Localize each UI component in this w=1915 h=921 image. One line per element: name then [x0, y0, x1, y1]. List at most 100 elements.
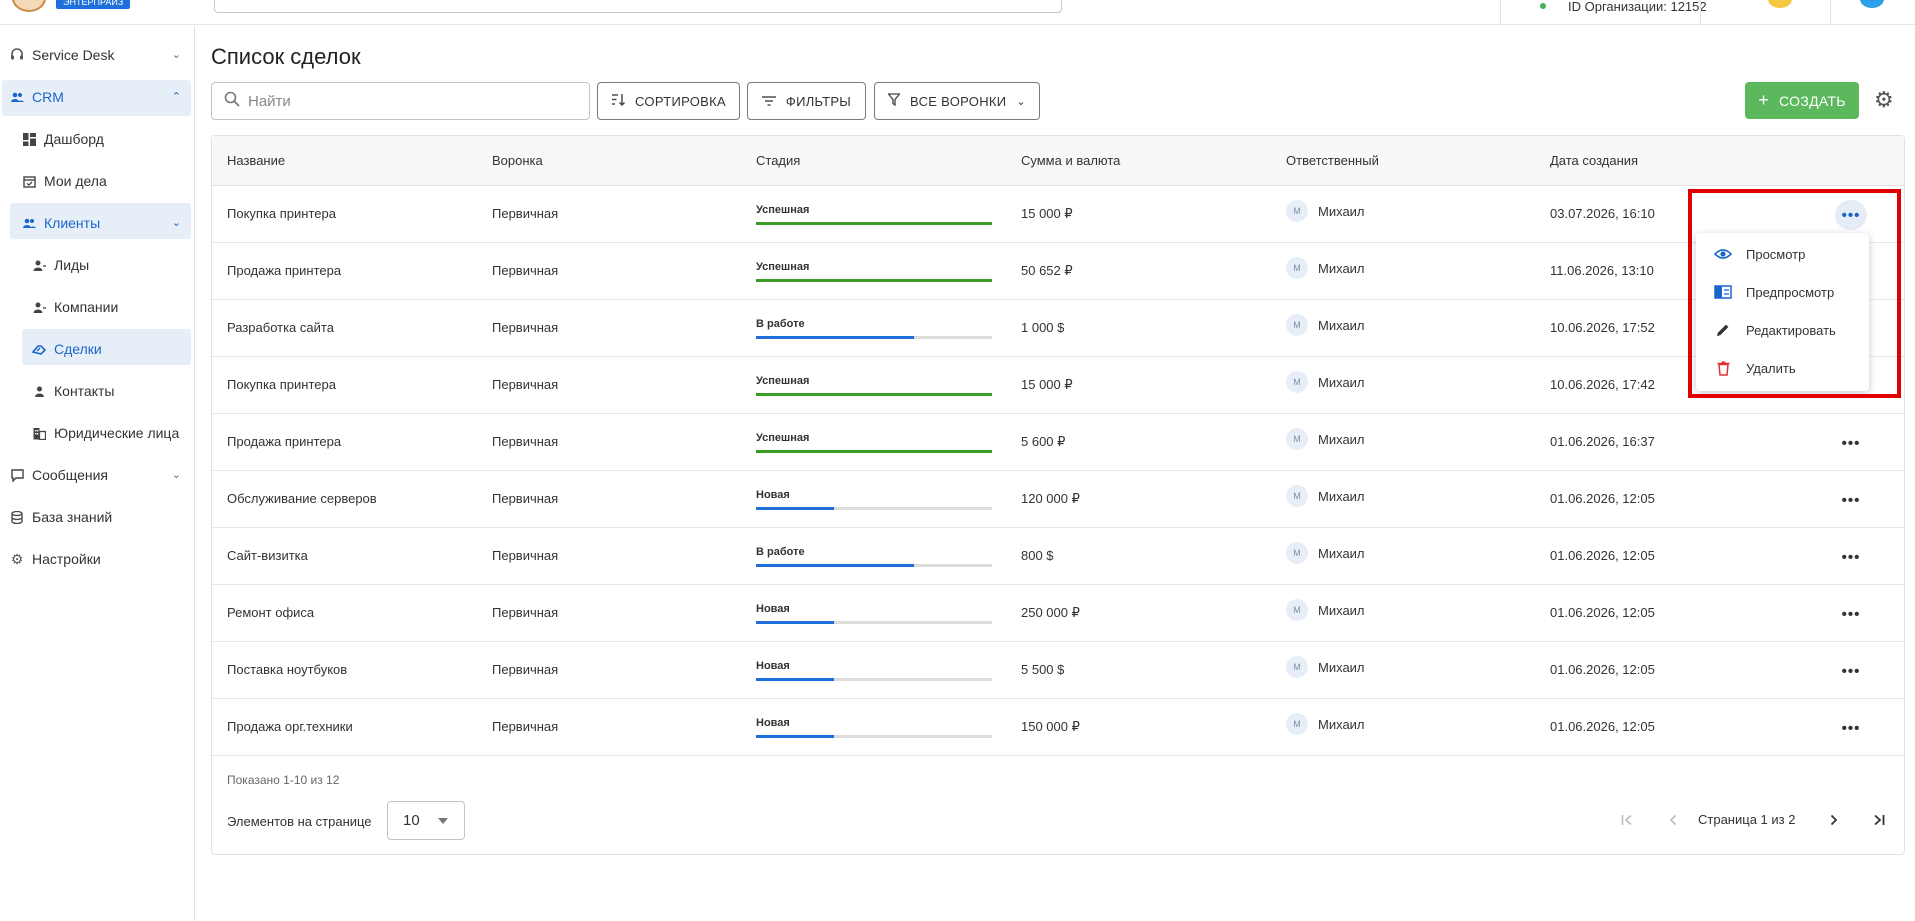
sidebar-item-leads[interactable]: Лиды	[0, 248, 195, 282]
owner-avatar: М	[1286, 428, 1308, 450]
deal-name[interactable]: Покупка принтера	[227, 377, 336, 392]
deal-name[interactable]: Продажа принтера	[227, 434, 341, 449]
sort-button[interactable]: СОРТИРОВКА	[597, 82, 740, 120]
table-row[interactable]: Продажа принтера Первичная Успешная 5 600 ₽…	[212, 414, 1904, 471]
sidebar-item-contacts[interactable]: Контакты	[0, 374, 195, 408]
user-avatar-icon[interactable]	[1860, 0, 1884, 8]
column-header-name[interactable]: Название	[227, 153, 285, 168]
stage-progress-track	[756, 564, 992, 567]
deal-sum: 250 000 ₽	[1021, 605, 1080, 620]
deal-name[interactable]: Продажа орг.техники	[227, 719, 353, 734]
table-row[interactable]: Сайт-визитка Первичная В работе 800 $ М Михаи…	[212, 528, 1904, 585]
stage-progress-fill	[756, 222, 992, 225]
table-row[interactable]: Продажа принтера Первичная Успешная 50 652 …	[212, 243, 1904, 300]
search-field[interactable]	[211, 82, 590, 120]
table-row[interactable]: Покупка принтера Первичная Успешная 15 000 …	[212, 357, 1904, 414]
deal-sum: 5 500 $	[1021, 662, 1065, 677]
column-header-funnel[interactable]: Воронка	[492, 153, 543, 168]
sort-button-label: СОРТИРОВКА	[635, 93, 726, 109]
deal-name[interactable]: Разработка сайта	[227, 320, 334, 335]
sidebar-item-crm[interactable]: CRM ⌃	[0, 80, 195, 114]
sidebar-item-label: Лиды	[54, 257, 90, 273]
deal-owner: Михаил	[1318, 318, 1365, 333]
filters-button[interactable]: ФИЛЬТРЫ	[747, 82, 866, 120]
more-actions-icon[interactable]: •••	[1835, 713, 1867, 743]
column-header-date[interactable]: Дата создания	[1550, 153, 1638, 168]
deal-funnel: Первичная	[492, 605, 559, 620]
deal-date: 01.06.2026, 12:05	[1550, 719, 1655, 734]
table-row[interactable]: Продажа орг.техники Первичная Новая 150 000…	[212, 699, 1904, 756]
next-page-button[interactable]	[1823, 809, 1845, 831]
table-row[interactable]: Разработка сайта Первичная В работе 1 000 $…	[212, 300, 1904, 357]
prev-page-button[interactable]	[1662, 809, 1684, 831]
deal-stage: Успешная	[756, 261, 992, 282]
table-row[interactable]: Ремонт офиса Первичная Новая 250 000 ₽ М Миха…	[212, 585, 1904, 642]
create-button[interactable]: + СОЗДАТЬ	[1745, 82, 1859, 119]
table-row[interactable]: Покупка принтера Первичная Успешная 15 000 …	[212, 186, 1904, 243]
sidebar-item-settings[interactable]: ⚙ Настройки	[0, 542, 195, 576]
plus-icon: +	[1758, 90, 1770, 110]
sidebar-item-label: CRM	[32, 89, 64, 105]
sidebar-item-label: Настройки	[32, 551, 101, 567]
stage-label: Успешная	[756, 375, 810, 387]
search-input[interactable]	[248, 92, 568, 110]
all-funnels-label: ВСЕ ВОРОНКИ	[910, 93, 1007, 109]
deal-name[interactable]: Обслуживание серверов	[227, 491, 377, 506]
first-page-button[interactable]	[1616, 809, 1638, 831]
deal-stage: Новая	[756, 603, 992, 624]
stage-progress-fill	[756, 450, 992, 453]
deal-name[interactable]: Ремонт офиса	[227, 605, 314, 620]
global-search-input[interactable]	[214, 0, 1062, 13]
table-row[interactable]: Обслуживание серверов Первичная Новая 120 0…	[212, 471, 1904, 528]
deal-stage: В работе	[756, 318, 992, 339]
more-actions-icon[interactable]: •••	[1835, 542, 1867, 572]
deal-date: 01.06.2026, 16:37	[1550, 434, 1655, 449]
per-page-select[interactable]: 10	[387, 801, 465, 840]
notifications-icon[interactable]	[1768, 0, 1792, 8]
sidebar-item-my-tasks[interactable]: Мои дела	[0, 164, 195, 198]
sidebar-item-deals[interactable]: Сделки	[0, 332, 195, 366]
org-id-label: ID Организации: 12152	[1568, 0, 1707, 14]
deal-name[interactable]: Поставка ноутбуков	[227, 662, 347, 677]
sidebar-item-knowledge-base[interactable]: База знаний	[0, 500, 195, 534]
deal-funnel: Первичная	[492, 662, 559, 677]
company-logo[interactable]	[12, 0, 46, 12]
table-row[interactable]: Поставка ноутбуков Первичная Новая 5 500 $ М…	[212, 642, 1904, 699]
deal-date: 01.06.2026, 12:05	[1550, 662, 1655, 677]
column-header-stage[interactable]: Стадия	[756, 153, 800, 168]
owner-avatar: М	[1286, 542, 1308, 564]
stage-progress-track	[756, 279, 992, 282]
more-actions-icon[interactable]: •••	[1835, 485, 1867, 515]
sidebar-item-service-desk[interactable]: Service Desk ⌄	[0, 38, 195, 72]
more-actions-icon[interactable]: •••	[1835, 428, 1867, 458]
stage-progress-track	[756, 507, 992, 510]
deal-name[interactable]: Покупка принтера	[227, 206, 336, 221]
deal-date: 10.06.2026, 17:52	[1550, 320, 1655, 335]
more-actions-icon[interactable]: •••	[1835, 599, 1867, 629]
deal-date: 03.07.2026, 16:10	[1550, 206, 1655, 221]
deal-owner: Михаил	[1318, 660, 1365, 675]
dashboard-icon	[22, 132, 36, 146]
sidebar-item-clients[interactable]: Клиенты ⌄	[0, 206, 195, 240]
sidebar-item-messages[interactable]: Сообщения ⌄	[0, 458, 195, 492]
deals-table: Название Воронка Стадия Сумма и валюта О…	[211, 135, 1905, 855]
deal-stage: Новая	[756, 660, 992, 681]
person-icon	[32, 384, 46, 398]
chevron-down-icon: ⌄	[171, 49, 181, 61]
chevron-up-icon: ⌃	[171, 91, 181, 103]
last-page-button[interactable]	[1868, 809, 1890, 831]
deal-name[interactable]: Сайт-визитка	[227, 548, 308, 563]
all-funnels-dropdown[interactable]: ВСЕ ВОРОНКИ ⌄	[874, 82, 1040, 120]
table-settings-gear-icon[interactable]: ⚙	[1874, 88, 1898, 112]
deal-owner: Михаил	[1318, 603, 1365, 618]
column-header-owner[interactable]: Ответственный	[1286, 153, 1379, 168]
stage-progress-track	[756, 735, 992, 738]
column-header-sum[interactable]: Сумма и валюта	[1021, 153, 1120, 168]
deal-name[interactable]: Продажа принтера	[227, 263, 341, 278]
stage-progress-fill	[756, 507, 834, 510]
sidebar-item-dashboard[interactable]: Дашборд	[0, 122, 195, 156]
sidebar-item-legal-entities[interactable]: Юридические лица	[0, 416, 195, 450]
deal-date: 01.06.2026, 12:05	[1550, 605, 1655, 620]
sidebar-item-companies[interactable]: Компании	[0, 290, 195, 324]
more-actions-icon[interactable]: •••	[1835, 656, 1867, 686]
